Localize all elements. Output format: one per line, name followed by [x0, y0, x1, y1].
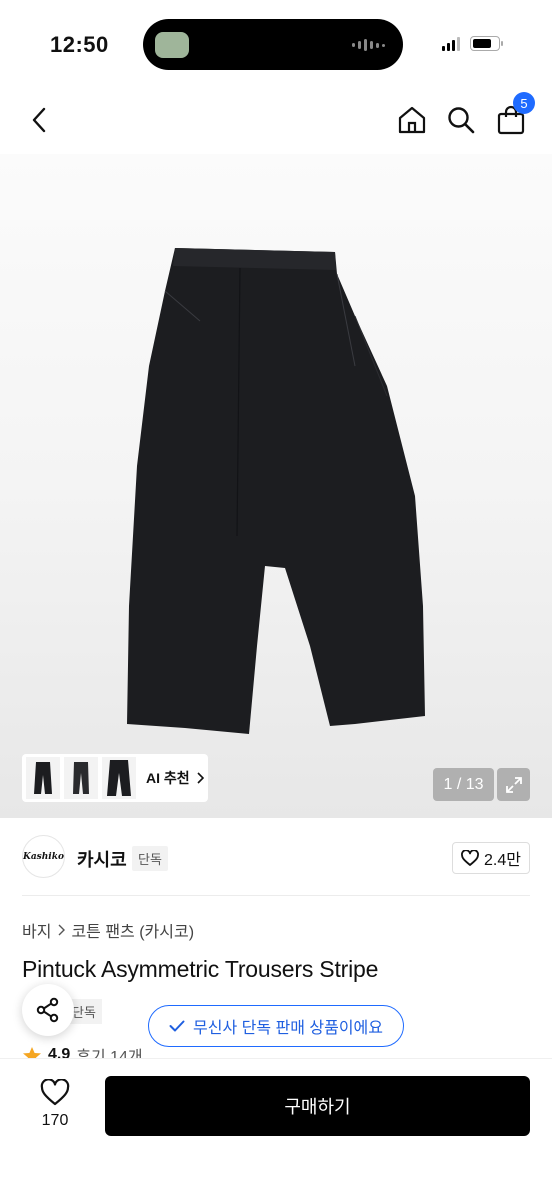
home-button[interactable] [394, 102, 430, 138]
system-icons [442, 36, 503, 51]
buy-button[interactable]: 구매하기 [105, 1076, 530, 1136]
brand-logo[interactable]: Kashiko [22, 835, 65, 878]
share-icon [36, 997, 59, 1023]
brand-row[interactable]: Kashiko 카시코 단독 2.4만 [0, 818, 552, 896]
cart-count-badge: 5 [513, 92, 535, 114]
ai-recommend-link[interactable]: AI 추천 [146, 768, 204, 788]
wishlist-button[interactable]: 170 [30, 1079, 80, 1130]
chevron-left-icon [32, 107, 46, 133]
product-image-gallery[interactable]: AI 추천 1 / 13 [0, 154, 552, 818]
signal-icon [442, 36, 460, 51]
share-button[interactable] [22, 984, 74, 1036]
breadcrumb-subcategory[interactable]: 코튼 팬츠 (카시코) [71, 918, 194, 942]
brand-name[interactable]: 카시코 [77, 846, 127, 872]
dynamic-island [143, 19, 403, 70]
breadcrumb: 바지 코튼 팬츠 (카시코) [22, 918, 194, 942]
chevron-right-icon [197, 772, 204, 784]
search-button[interactable] [443, 102, 479, 138]
brand-like-count: 2.4만 [484, 852, 521, 869]
check-icon [169, 1020, 185, 1032]
battery-icon [470, 36, 503, 51]
divider [22, 895, 530, 896]
product-image [127, 248, 425, 734]
brand-exclusive-tag: 단독 [132, 846, 168, 871]
thumbnail-2[interactable] [64, 757, 98, 799]
heart-icon [461, 850, 479, 866]
back-button[interactable] [22, 102, 58, 138]
status-bar: 12:50 [0, 0, 552, 88]
expand-icon [505, 776, 522, 793]
top-nav: 5 [0, 88, 552, 154]
cart-button[interactable]: 5 [493, 92, 535, 138]
home-icon [398, 106, 426, 134]
brand-like-button[interactable]: 2.4만 [452, 842, 530, 874]
thumbnail-3[interactable] [102, 757, 136, 799]
ai-recommend-label: AI 추천 [146, 770, 190, 786]
expand-image-button[interactable] [497, 768, 530, 801]
breadcrumb-category[interactable]: 바지 [22, 918, 51, 942]
product-title: Pintuck Asymmetric Trousers Stripe [22, 956, 379, 982]
audio-wave-icon [352, 39, 385, 51]
ai-recommend-strip[interactable]: AI 추천 [22, 754, 208, 802]
wishlist-count: 170 [41, 1112, 69, 1129]
thumbnail-1[interactable] [26, 757, 60, 799]
status-time: 12:50 [50, 32, 109, 57]
image-counter: 1 / 13 [433, 768, 494, 801]
exclusive-toast: 무신사 단독 판매 상품이에요 [148, 1005, 404, 1047]
search-icon [448, 107, 475, 134]
toast-text: 무신사 단독 판매 상품이에요 [193, 1020, 383, 1037]
now-playing-app-icon [155, 32, 189, 58]
bottom-action-bar: 170 구매하기 [0, 1059, 552, 1200]
chevron-right-icon [58, 924, 66, 936]
heart-icon [40, 1079, 70, 1106]
